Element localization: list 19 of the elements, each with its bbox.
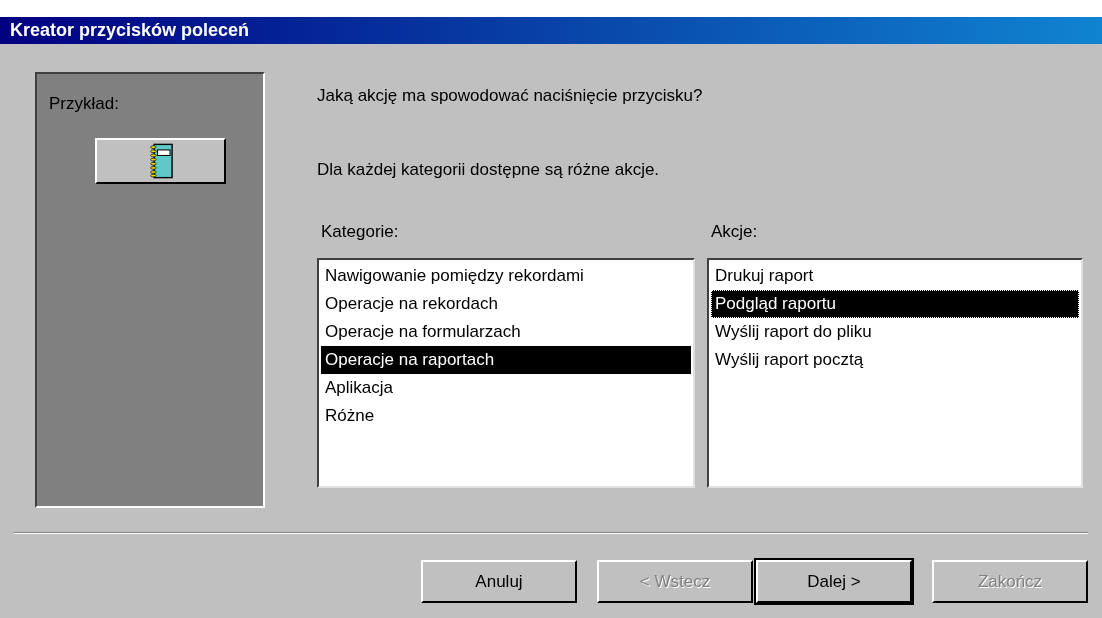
wizard-button[interactable]: Dalej > bbox=[756, 560, 912, 603]
action-item[interactable]: Wyślij raport pocztą bbox=[711, 346, 1079, 374]
action-item[interactable]: Podgląd raportu bbox=[711, 290, 1079, 318]
category-item[interactable]: Operacje na raportach bbox=[321, 346, 691, 374]
question-text: Jaką akcję ma spowodować naciśnięcie przycisku? bbox=[317, 86, 704, 106]
sample-label: Przykład: bbox=[49, 94, 120, 114]
category-item[interactable]: Nawigowanie pomiędzy rekordami bbox=[321, 262, 691, 290]
category-item[interactable]: Aplikacja bbox=[321, 374, 691, 402]
actions-label: Akcje: bbox=[711, 222, 759, 242]
category-item[interactable]: Operacje na formularzach bbox=[321, 318, 691, 346]
hint-text: Dla każdej kategorii dostępne są różne akcje. bbox=[317, 160, 661, 180]
notebook-icon bbox=[148, 143, 173, 179]
category-item[interactable]: Operacje na rekordach bbox=[321, 290, 691, 318]
action-item[interactable]: Wyślij raport do pliku bbox=[711, 318, 1079, 346]
category-item[interactable]: Różne bbox=[321, 402, 691, 430]
wizard-button[interactable]: Anuluj bbox=[421, 560, 577, 603]
action-item[interactable]: Drukuj raport bbox=[711, 262, 1079, 290]
window-title: Kreator przycisków poleceń bbox=[10, 20, 250, 41]
categories-label: Kategorie: bbox=[321, 222, 400, 242]
